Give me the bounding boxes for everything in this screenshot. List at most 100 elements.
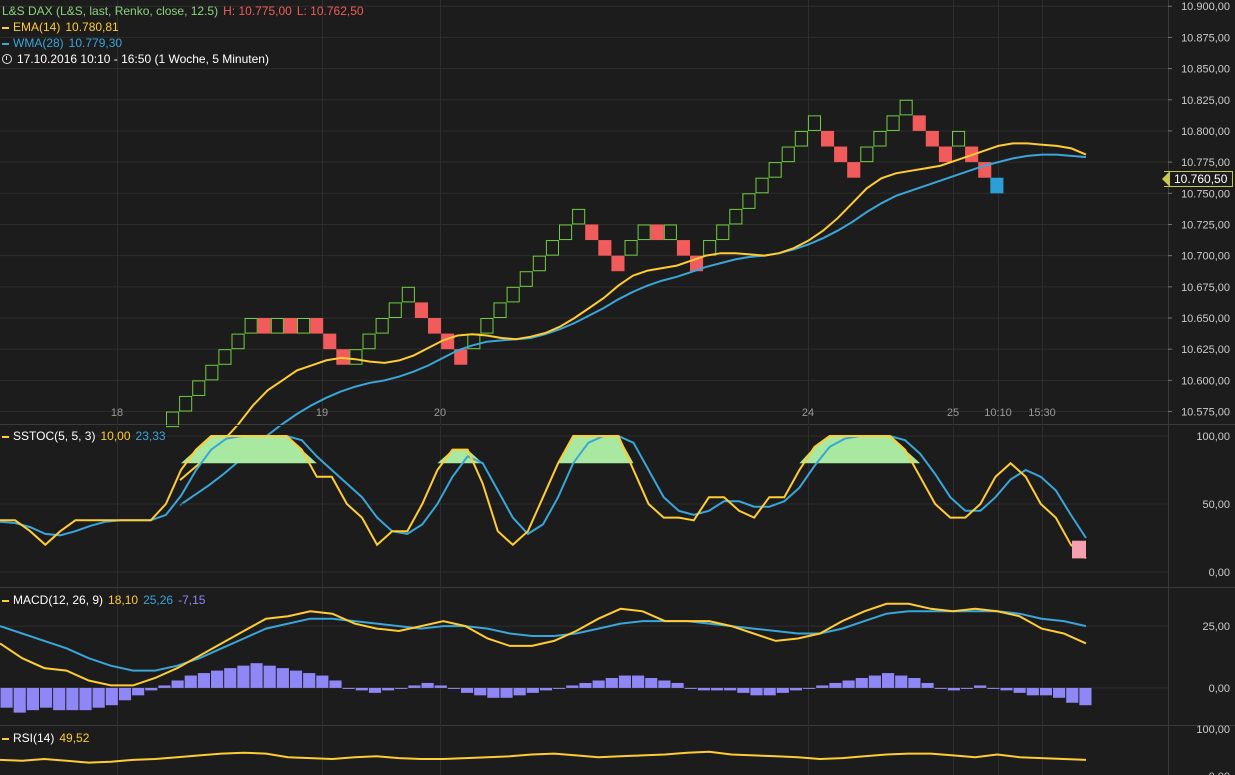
renko-brick-up <box>546 241 558 256</box>
macd-histogram-bar <box>264 666 276 688</box>
wma-label: WMA(28) <box>13 36 64 50</box>
macd-histogram-bar <box>632 676 644 688</box>
sstoc-axis-label: 100,00 <box>1196 431 1230 443</box>
renko-brick-up <box>206 365 218 380</box>
high-value: H: 10.775,00 <box>223 4 292 18</box>
renko-brick-up <box>756 178 768 193</box>
sstoc-label: SSTOC(5, 5, 3) <box>13 429 95 443</box>
macd-histogram-bar <box>698 688 710 690</box>
macd-histogram-bar <box>816 685 828 687</box>
price-panel-clip <box>0 425 1168 426</box>
price-axis-label: 10.800,00 <box>1181 126 1230 138</box>
macd-histogram-bar <box>882 673 894 688</box>
renko-brick-down <box>651 224 664 240</box>
macd-histogram-bar <box>250 663 262 688</box>
macd-histogram-bar <box>198 673 210 688</box>
sstoc-overbought-fill <box>181 436 317 463</box>
renko-brick-down <box>428 318 441 334</box>
macd-histogram-bar <box>237 666 249 688</box>
price-axis-label: 10.725,00 <box>1181 219 1230 231</box>
macd-line <box>0 604 1086 686</box>
macd-histogram-bar <box>961 688 973 689</box>
macd-histogram-bar <box>658 680 670 687</box>
macd-histogram-bar <box>14 688 26 713</box>
renko-brick-up <box>704 241 716 256</box>
macd-histogram-bar <box>764 688 776 695</box>
macd-histogram-bar <box>316 676 328 688</box>
macd-histogram-bar <box>606 678 618 688</box>
renko-brick-last <box>990 178 1003 194</box>
macd-histogram-bar <box>27 688 39 710</box>
macd-histogram-bar <box>829 683 841 688</box>
wma-legend: WMA(28) 10.779,30 <box>2 36 127 50</box>
renko-brick-down <box>611 256 624 272</box>
renko-brick-up <box>481 319 493 334</box>
ema-swatch-icon <box>2 27 9 29</box>
renko-brick-up <box>795 131 807 146</box>
macd-histogram-bar <box>408 685 420 687</box>
time-axis-label: 19 <box>316 407 328 419</box>
renko-brick-up <box>625 241 637 256</box>
instrument-title: L&S DAX (L&S, last, Renko, close, 12.5) <box>2 4 218 18</box>
renko-brick-up <box>808 116 820 131</box>
macd-histogram-bar <box>40 688 52 708</box>
time-axis-label: 10:10 <box>984 407 1012 419</box>
macd-axis-label: 0,00 <box>1209 683 1230 695</box>
period-legend: 17.10.2016 10:10 - 16:50 (1 Woche, 5 Min… <box>2 52 274 66</box>
macd-histogram-bar <box>1 688 13 708</box>
chart-canvas: 10.900,0010.875,0010.850,0010.825,0010.8… <box>0 0 1235 775</box>
macd-histogram-bar <box>790 688 802 690</box>
macd-histogram-bar <box>671 683 683 688</box>
macd-histogram-bar <box>277 668 289 688</box>
macd-histogram-bar <box>527 688 539 693</box>
renko-brick-up <box>730 209 742 224</box>
macd-histogram-bar <box>1066 688 1078 703</box>
sstoc-axis-label: 0,00 <box>1209 567 1230 579</box>
renko-brick-up <box>769 163 781 178</box>
macd-histogram-bar <box>948 688 960 690</box>
macd-histogram-bar <box>474 688 486 695</box>
price-axis-label: 10.675,00 <box>1181 282 1230 294</box>
macd-histogram-bar <box>145 688 157 690</box>
price-axis-label: 10.900,00 <box>1181 1 1230 13</box>
macd-histogram-bar <box>553 688 565 689</box>
price-axis-label: 10.700,00 <box>1181 251 1230 263</box>
clock-icon <box>2 54 12 64</box>
sstoc-oversold-marker <box>1072 541 1086 559</box>
last-price-tag: 10.760,50 <box>1162 171 1233 187</box>
wma-value: 10.779,30 <box>69 36 122 50</box>
time-axis-label: 24 <box>802 407 814 419</box>
renko-brick-down <box>310 318 323 334</box>
macd-histogram-bar <box>724 688 736 690</box>
macd-axis-label: 25,00 <box>1202 621 1230 633</box>
macd-histogram-bar <box>422 683 434 688</box>
renko-brick-down <box>258 318 271 334</box>
macd-histogram-bar <box>1053 688 1065 698</box>
renko-brick-up <box>520 272 532 287</box>
macd-histogram-bar <box>1079 688 1091 705</box>
wma-swatch-icon <box>2 43 9 45</box>
sstoc-swatch-icon <box>2 436 9 438</box>
macd-histogram-bar <box>1014 688 1026 693</box>
renko-brick-up <box>193 381 205 396</box>
renko-brick-down <box>323 334 336 350</box>
renko-brick-up <box>298 319 310 334</box>
price-axis-label: 10.775,00 <box>1181 157 1230 169</box>
renko-brick-up <box>180 396 192 411</box>
renko-brick-up <box>533 256 545 271</box>
macd-histogram-bar <box>645 678 657 688</box>
renko-brick-up <box>717 225 729 240</box>
renko-brick-down <box>821 131 834 147</box>
rsi-axis-label: 0,00 <box>1209 771 1230 775</box>
rsi-swatch-icon <box>2 738 9 740</box>
macd-histogram-bar <box>1000 688 1012 690</box>
macd-histogram-bar <box>395 688 407 689</box>
rsi-value: 49,52 <box>59 731 89 745</box>
renko-brick-down <box>284 318 297 334</box>
macd-histogram-bar <box>119 688 131 700</box>
renko-brick-up <box>363 334 375 349</box>
macd-histogram-bar <box>158 685 170 687</box>
renko-brick-up <box>743 194 755 209</box>
low-value: L: 10.762,50 <box>297 4 364 18</box>
macd-histogram-bar <box>500 688 512 698</box>
